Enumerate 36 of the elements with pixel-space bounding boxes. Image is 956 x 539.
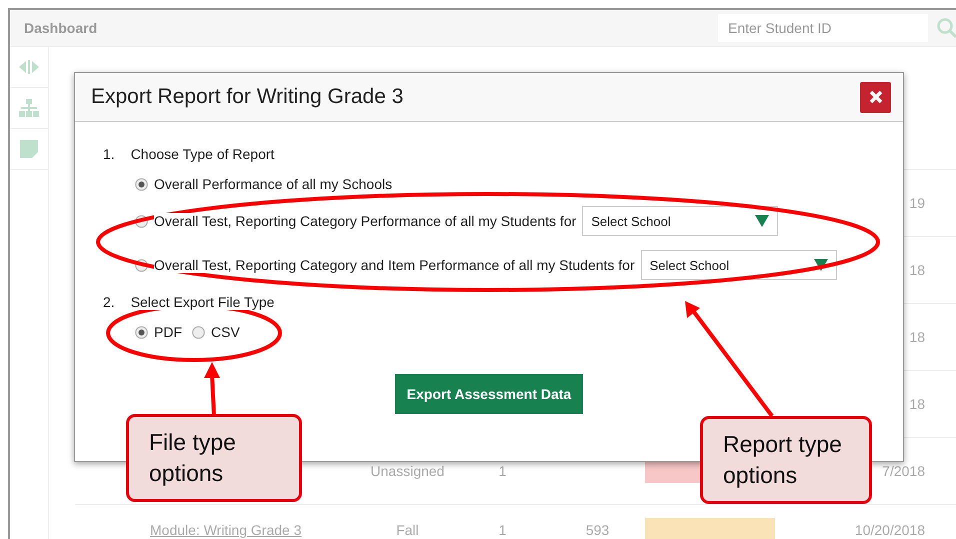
season-text: Fall [396, 522, 419, 538]
date-text: 19 [908, 195, 926, 211]
caret-icon [755, 215, 770, 227]
step-number: 1. [103, 146, 115, 162]
season-text: Unassigned [370, 463, 444, 479]
export-button[interactable]: Export Assessment Data [394, 374, 584, 414]
date-text: 18 [908, 262, 926, 278]
date-text: 7/2018 [881, 463, 926, 479]
file-type-label: PDF [154, 324, 182, 340]
dialog-title: Export Report for Writing Grade 3 [91, 85, 404, 109]
step-number: 2. [103, 294, 115, 310]
close-button[interactable] [860, 82, 891, 112]
count-text: 1 [498, 463, 506, 479]
date-text: 18 [908, 329, 926, 345]
school-select[interactable]: Select School [640, 250, 837, 280]
count-text: 1 [498, 522, 506, 538]
score-text: 593 [586, 522, 610, 538]
dashboard-title: Dashboard [24, 20, 98, 36]
option-label: Overall Test, Reporting Category Performance of all my Students for [154, 213, 576, 229]
callout-box: Report type options [700, 416, 872, 504]
step-label: Select Export File Type [130, 294, 274, 310]
radio-button[interactable] [135, 178, 148, 190]
callout-box: File type options [126, 414, 302, 502]
radio-button[interactable] [135, 326, 148, 338]
pointer-arrow [204, 362, 220, 416]
date-text: 18 [908, 396, 926, 412]
option-label: Overall Performance of all my Schools [154, 176, 392, 192]
radio-button[interactable] [192, 326, 205, 338]
caret-icon [814, 259, 828, 271]
step-label: Choose Type of Report [130, 146, 274, 162]
file-type-label: CSV [211, 324, 240, 340]
close-icon [868, 90, 882, 104]
option-label: Overall Test, Reporting Category and Item Performance of all my Students for [154, 257, 635, 273]
school-select[interactable]: Select School [582, 206, 778, 236]
date-text: 10/20/2018 [854, 522, 926, 538]
student-id-field[interactable]: Enter Student ID [718, 14, 928, 42]
